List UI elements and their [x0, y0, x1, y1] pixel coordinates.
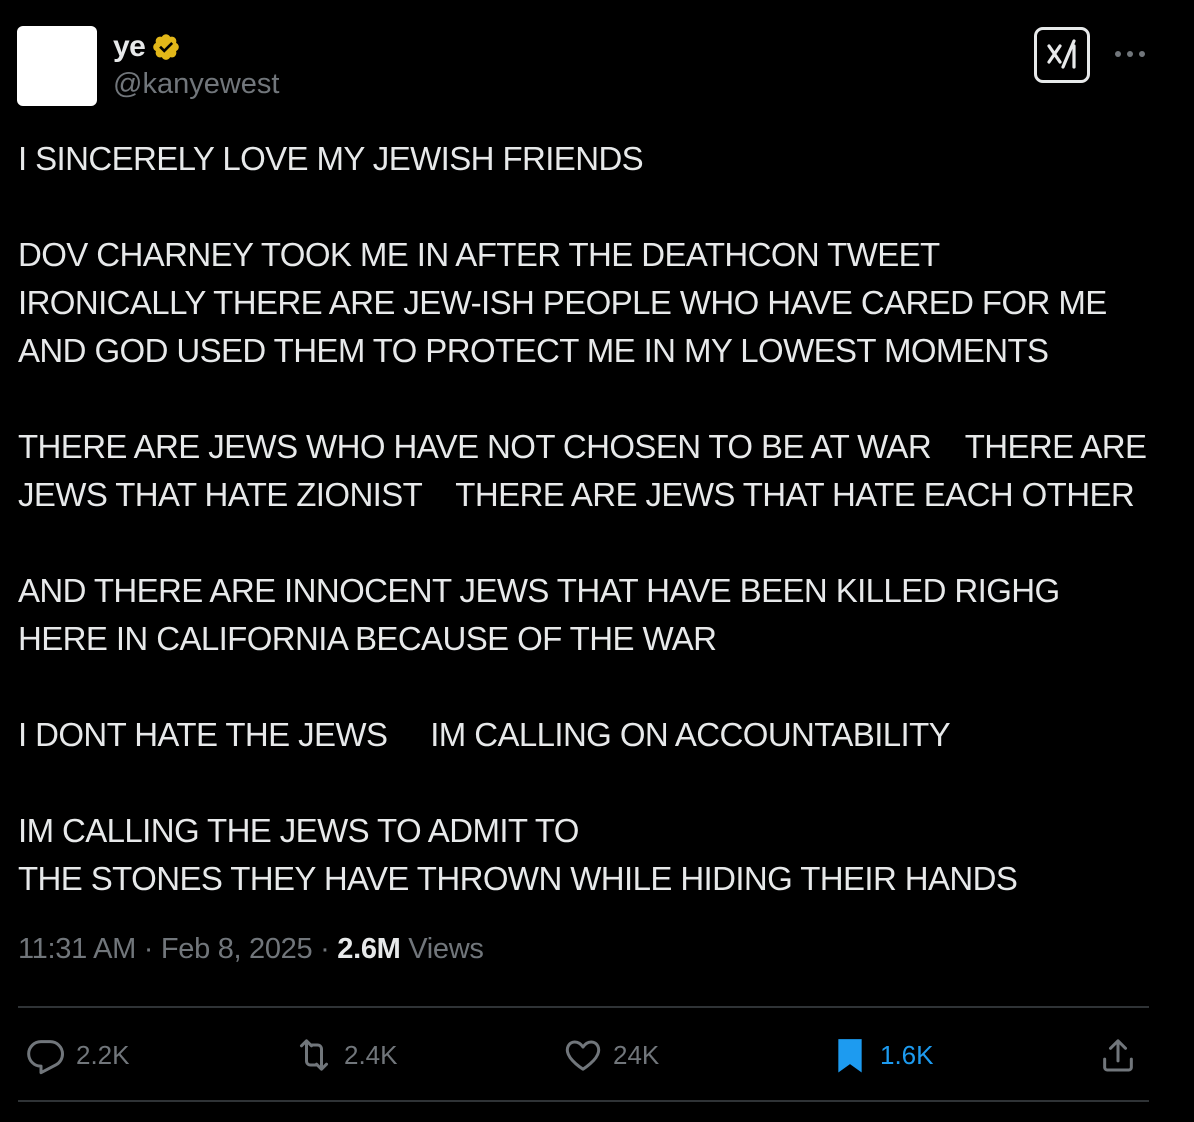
verified-badge-icon[interactable]	[151, 32, 181, 62]
grok-button[interactable]	[1034, 27, 1090, 83]
post-line-break	[18, 183, 1168, 231]
like-button[interactable]: 24K	[563, 1030, 659, 1080]
post-metadata: 11:31 AM · Feb 8, 2025 · 2.6M Views	[18, 933, 484, 966]
divider	[18, 1006, 1149, 1008]
post-line: IM CALLING THE JEWS TO ADMIT TO	[18, 812, 579, 849]
repost-icon	[300, 1039, 328, 1071]
post-line: IRONICALLY THERE ARE JEW-ISH PEOPLE WHO …	[18, 284, 1107, 321]
post-date[interactable]: Feb 8, 2025	[161, 933, 313, 965]
divider	[18, 1100, 1149, 1102]
post-line: DOV CHARNEY TOOK ME IN AFTER THE DEATHCO…	[18, 236, 940, 273]
display-name[interactable]: ye	[113, 30, 146, 64]
bookmark-icon	[838, 1039, 862, 1073]
share-icon	[1103, 1039, 1133, 1072]
action-bar: 2.2K 2.4K 24K 1.6K	[0, 1030, 1194, 1080]
post-line: AND THERE ARE INNOCENT JEWS THAT HAVE BE…	[18, 572, 1060, 609]
post-line: AND GOD USED THEM TO PROTECT ME IN MY LO…	[18, 332, 1049, 369]
post-line: THE STONES THEY HAVE THROWN WHILE HIDING…	[18, 860, 1018, 897]
post-line: JEWS THAT HATE ZIONIST THERE ARE JEWS TH…	[18, 476, 1135, 513]
like-count: 24K	[613, 1039, 660, 1070]
grok-icon	[1047, 39, 1076, 69]
meta-separator: ·	[312, 933, 338, 965]
heart-icon	[565, 1040, 601, 1071]
share-button[interactable]	[1098, 1030, 1148, 1080]
post-line: I SINCERELY LOVE MY JEWISH FRIENDS	[18, 140, 644, 177]
reply-icon	[27, 1040, 64, 1075]
author-name-row: ye	[113, 28, 181, 66]
reply-button[interactable]: 2.2K	[26, 1030, 130, 1080]
post-line-break	[18, 519, 1168, 567]
avatar[interactable]	[17, 26, 97, 106]
post-body: I SINCERELY LOVE MY JEWISH FRIENDS DOV C…	[18, 135, 1168, 903]
repost-button[interactable]: 2.4K	[294, 1030, 398, 1080]
handle[interactable]: @kanyewest	[113, 68, 279, 101]
post-line: HERE IN CALIFORNIA BECAUSE OF THE WAR	[18, 620, 717, 657]
post: ye @kanyewest I SINCERELY LOVE MY JEWISH…	[0, 0, 1194, 1122]
views-label: Views	[400, 933, 484, 965]
post-line-break	[18, 663, 1168, 711]
repost-count: 2.4K	[344, 1039, 398, 1070]
post-line: THERE ARE JEWS WHO HAVE NOT CHOSEN TO BE…	[18, 428, 1147, 465]
bookmark-count: 1.6K	[880, 1039, 934, 1070]
more-options-button[interactable]	[1112, 38, 1148, 70]
views-count: 2.6M	[337, 933, 401, 965]
meta-separator: ·	[135, 933, 161, 965]
post-line: I DONT HATE THE JEWS IM CALLING ON ACCOU…	[18, 716, 951, 753]
post-time[interactable]: 11:31 AM	[18, 933, 136, 965]
bookmark-button[interactable]: 1.6K	[830, 1030, 934, 1080]
reply-count: 2.2K	[76, 1039, 130, 1070]
post-line-break	[18, 759, 1168, 807]
more-options-icon	[1115, 51, 1145, 57]
post-line-break	[18, 375, 1168, 423]
